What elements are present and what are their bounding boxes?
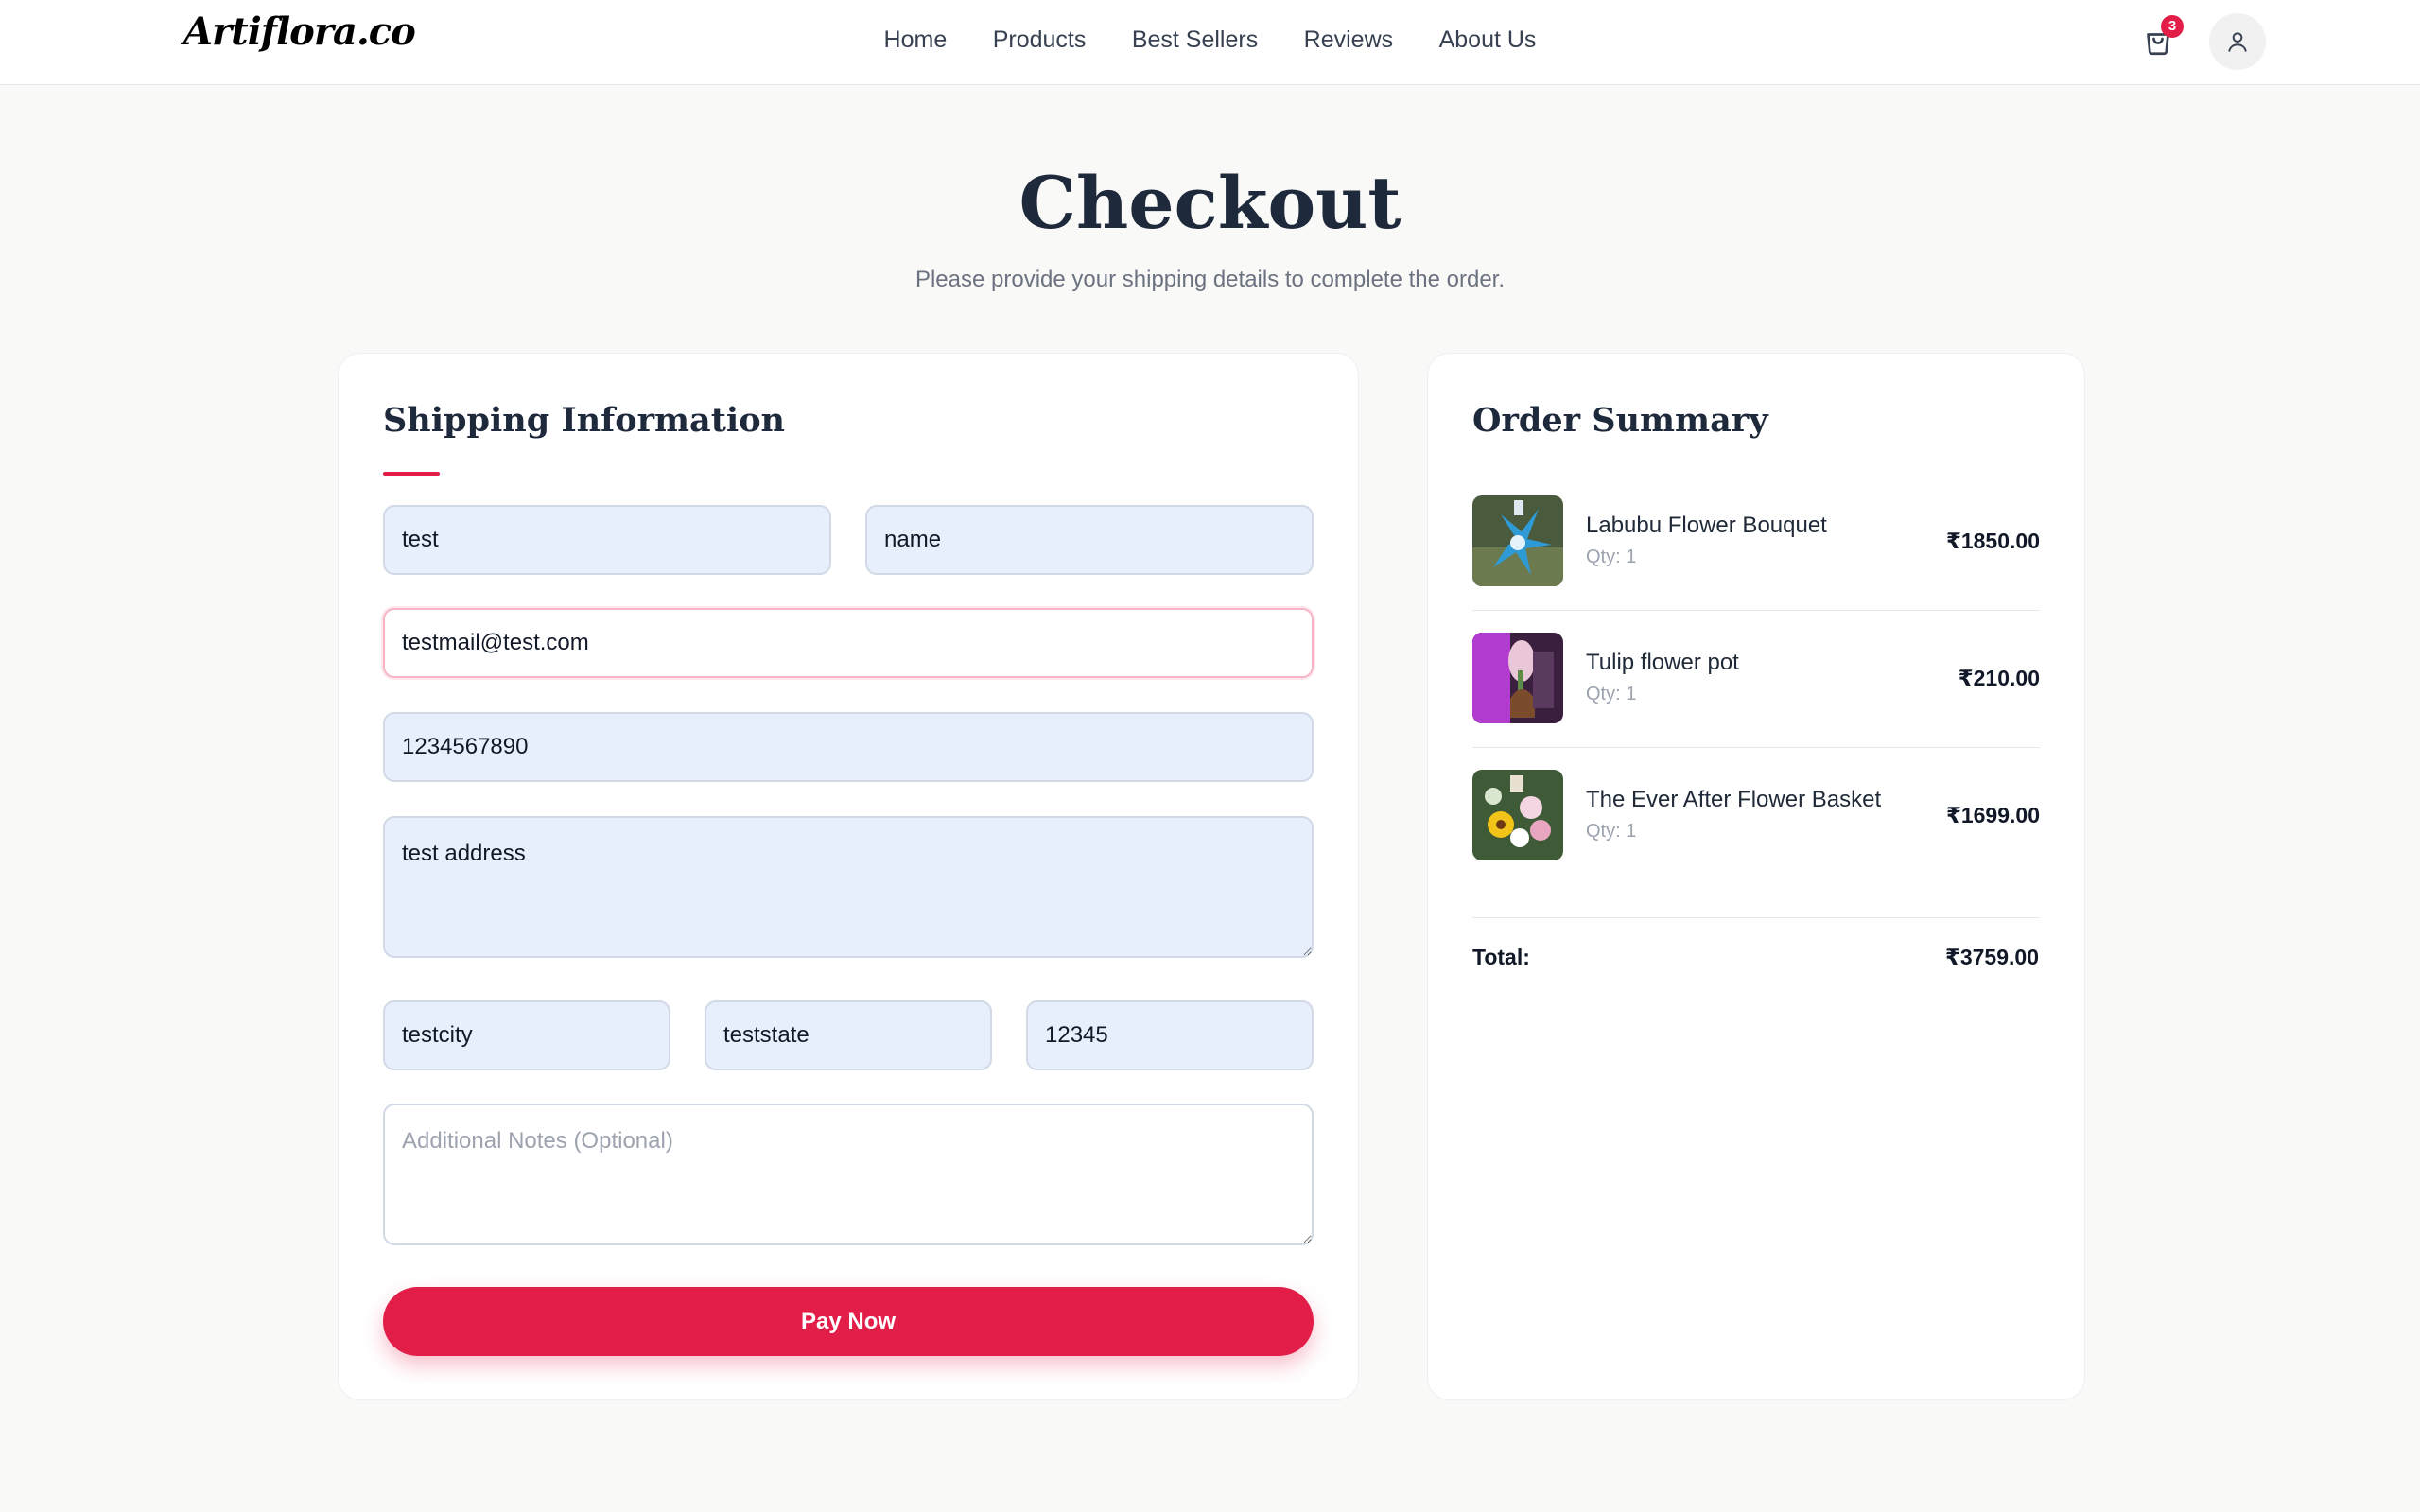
city-field[interactable] [383,1000,670,1070]
page-title: Checkout [1018,161,1402,245]
shipping-card: Shipping Information test address Pay No… [338,353,1359,1400]
total-value: ₹3759.00 [1944,945,2039,969]
main-menu: Home Products Best Sellers Reviews About… [0,26,2420,54]
cart-count-badge: 3 [2161,15,2184,38]
zip-field[interactable] [1026,1000,1314,1070]
pay-now-button[interactable]: Pay Now [383,1287,1314,1356]
product-thumbnail [1472,495,1563,586]
item-price: ₹210.00 [1958,666,2040,690]
product-thumbnail [1472,770,1563,860]
last-name-field[interactable] [865,505,1314,575]
total-label: Total: [1472,945,1530,969]
email-field[interactable] [383,608,1314,678]
nav-best-sellers[interactable]: Best Sellers [1132,26,1258,54]
shipping-heading: Shipping Information [383,401,785,440]
divider [1472,917,2040,918]
user-icon [2228,32,2247,52]
item-name: Labubu Flower Bouquet [1586,513,1827,538]
address-field[interactable]: test address [383,816,1314,958]
first-name-field[interactable] [383,505,831,575]
notes-field[interactable] [383,1104,1314,1245]
item-name: The Ever After Flower Basket [1586,787,1882,812]
item-qty: Qty: 1 [1586,821,1637,842]
item-price: ₹1699.00 [1945,803,2040,827]
order-summary-card: Order Summary Labubu Flower Bouquet Qty:… [1427,353,2085,1400]
order-item: The Ever After Flower Basket Qty: 1 ₹169… [1472,770,2040,860]
summary-heading: Order Summary [1472,401,1768,440]
order-item: Tulip flower pot Qty: 1 ₹210.00 [1472,633,2040,723]
top-navbar: Artiflora.co Home Products Best Sellers … [0,0,2420,85]
heading-underline [383,472,440,476]
item-name: Tulip flower pot [1586,650,1739,675]
divider [1472,610,2040,611]
user-account-button[interactable] [2209,13,2266,70]
item-qty: Qty: 1 [1586,547,1637,567]
state-field[interactable] [705,1000,992,1070]
page-subtitle: Please provide your shipping details to … [914,267,1506,292]
item-price: ₹1850.00 [1945,529,2040,553]
nav-reviews[interactable]: Reviews [1304,26,1393,54]
product-thumbnail [1472,633,1563,723]
divider [1472,747,2040,748]
nav-products[interactable]: Products [993,26,1087,54]
nav-about-us[interactable]: About Us [1439,26,1537,54]
item-qty: Qty: 1 [1586,684,1637,704]
order-item: Labubu Flower Bouquet Qty: 1 ₹1850.00 [1472,495,2040,586]
phone-field[interactable] [383,712,1314,782]
nav-home[interactable]: Home [884,26,948,54]
